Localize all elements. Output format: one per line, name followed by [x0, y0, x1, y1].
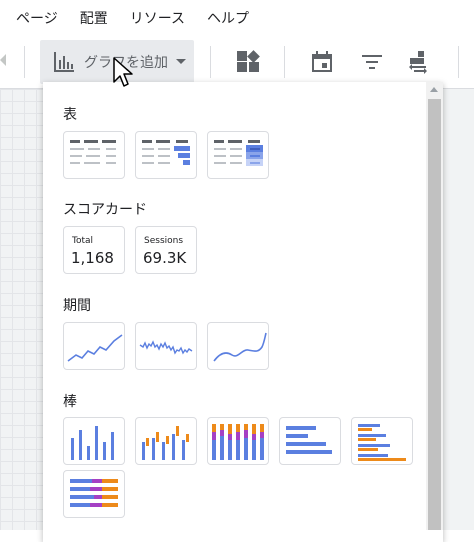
chart-option-scorecard[interactable]: Total 1,168: [63, 226, 125, 274]
horizontal-bar-icon: [286, 426, 332, 454]
chart-option-grouped-column[interactable]: [135, 417, 197, 465]
chevron-down-icon: [176, 59, 186, 64]
calendar-icon[interactable]: [310, 50, 334, 74]
toolbar-divider: [210, 46, 211, 78]
section-title-timeseries: 期間: [63, 298, 91, 314]
table-icon: [70, 140, 116, 164]
chart-picker-dropdown: 表 スコアカード Total 1,168 Sessions 69.3K 期間 棒: [43, 82, 443, 542]
bar-chart-icon: [54, 52, 74, 72]
section-title-scorecard: スコアカード: [63, 202, 147, 218]
menu-resource[interactable]: リソース: [130, 8, 185, 28]
dropdown-scrollbar-thumb[interactable]: [428, 99, 441, 530]
menu-page[interactable]: ページ: [16, 8, 58, 28]
stacked-bar-icon: [70, 479, 118, 507]
chart-option-table-heatmap[interactable]: [207, 131, 269, 179]
section-title-table: 表: [63, 107, 77, 123]
grouped-bar-icon: [358, 424, 406, 461]
menu-arrange[interactable]: 配置: [80, 8, 108, 28]
grouped-column-icon: [142, 426, 189, 460]
sparkline-icon: [139, 340, 193, 355]
chart-option-scorecard-compact[interactable]: Sessions 69.3K: [135, 226, 197, 274]
toolbar-scroll-left-icon[interactable]: [0, 54, 6, 66]
smooth-line-icon: [213, 332, 267, 362]
chart-option-table-bars[interactable]: [135, 131, 197, 179]
stacked-column-icon: [212, 424, 264, 460]
toolbar-divider: [284, 46, 285, 78]
scorecard-value: 1,168: [71, 249, 114, 267]
chart-option-horizontal-bar[interactable]: [279, 417, 341, 465]
chart-option-grouped-bar[interactable]: [351, 417, 413, 465]
toolbar-divider: [24, 46, 25, 78]
column-chart-icon: [71, 426, 114, 460]
chart-option-stacked-bar[interactable]: [63, 470, 125, 518]
menu-bar: ページ 配置 リソース ヘルプ: [0, 0, 474, 36]
chart-option-smoothed-line[interactable]: [207, 322, 269, 370]
scorecard-label: Total: [72, 236, 94, 246]
scorecard-value: 69.3K: [143, 249, 187, 267]
chart-option-column[interactable]: [63, 417, 125, 465]
table-with-bars-icon: [142, 140, 190, 165]
chart-option-table[interactable]: [63, 131, 125, 179]
canvas-margin: [441, 89, 474, 530]
scorecard-label: Sessions: [144, 236, 184, 246]
menu-help[interactable]: ヘルプ: [207, 8, 249, 28]
mouse-cursor-icon: [113, 57, 133, 87]
chart-option-stacked-column[interactable]: [207, 417, 269, 465]
chart-option-timeseries[interactable]: [63, 322, 125, 370]
table-heatmap-icon: [214, 140, 263, 166]
chart-option-sparkline[interactable]: [135, 322, 197, 370]
section-title-bar: 棒: [63, 394, 77, 410]
filter-icon[interactable]: [360, 50, 384, 74]
community-visualizations-icon[interactable]: [236, 50, 260, 74]
toolbar-divider: [458, 46, 459, 78]
time-series-icon: [67, 334, 123, 362]
scroll-up-arrow-icon[interactable]: [430, 87, 438, 92]
data-control-icon[interactable]: [406, 50, 430, 74]
